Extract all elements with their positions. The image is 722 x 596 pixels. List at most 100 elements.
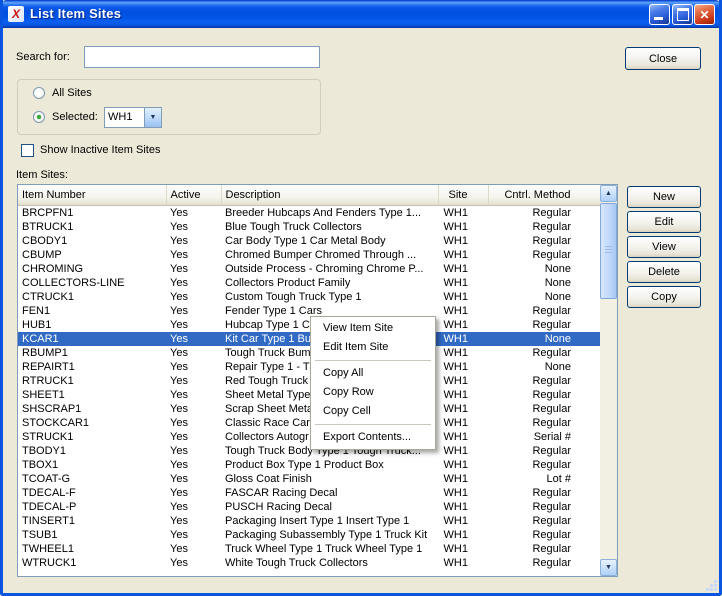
table-cell[interactable]: Yes [166, 276, 221, 290]
table-cell[interactable]: Packaging Insert Type 1 Insert Type 1 [221, 514, 438, 528]
table-cell[interactable]: WH1 [438, 486, 488, 500]
table-cell[interactable]: WH1 [438, 374, 488, 388]
table-row[interactable]: SHSCRAP1YesScrap Sheet MetaWH1Regular [18, 402, 600, 416]
selected-site-radio[interactable] [33, 111, 45, 123]
table-cell[interactable]: WH1 [438, 332, 488, 346]
selected-site-label[interactable]: Selected: [52, 111, 98, 123]
table-cell[interactable]: Regular [488, 556, 600, 570]
column-header-site[interactable]: Site [438, 185, 488, 205]
scroll-down-icon[interactable]: ▼ [600, 559, 617, 576]
table-row[interactable]: TDECAL-PYesPUSCH Racing DecalWH1Regular [18, 500, 600, 514]
table-cell[interactable]: Yes [166, 500, 221, 514]
table-cell[interactable]: Car Body Type 1 Car Metal Body [221, 234, 438, 248]
table-cell[interactable]: Regular [488, 500, 600, 514]
table-cell[interactable]: WH1 [438, 276, 488, 290]
table-row[interactable]: FEN1YesFender Type 1 CarsWH1Regular [18, 304, 600, 318]
table-cell[interactable]: Regular [488, 528, 600, 542]
column-header-description[interactable]: Description [221, 185, 438, 205]
table-cell[interactable]: WH1 [438, 346, 488, 360]
table-row[interactable]: CTRUCK1YesCustom Tough Truck Type 1WH1No… [18, 290, 600, 304]
table-cell[interactable]: WH1 [438, 234, 488, 248]
table-row[interactable]: TCOAT-GYesGloss Coat FinishWH1Lot # [18, 472, 600, 486]
table-cell[interactable]: WH1 [438, 290, 488, 304]
table-cell[interactable]: None [488, 332, 600, 346]
table-cell[interactable]: Yes [166, 304, 221, 318]
table-cell[interactable]: STRUCK1 [18, 430, 166, 444]
table-cell[interactable]: KCAR1 [18, 332, 166, 346]
table-cell[interactable]: CBODY1 [18, 234, 166, 248]
column-header-item-number[interactable]: Item Number [18, 185, 166, 205]
table-cell[interactable]: Yes [166, 556, 221, 570]
table-row[interactable]: REPAIRT1YesRepair Type 1 - TWH1None [18, 360, 600, 374]
vertical-scrollbar[interactable]: ▲ ▼ [600, 185, 617, 576]
table-cell[interactable]: TDECAL-F [18, 486, 166, 500]
site-combobox[interactable]: WH1 ▼ [104, 107, 162, 128]
table-cell[interactable]: Lot # [488, 472, 600, 486]
table-row[interactable]: TDECAL-FYesFASCAR Racing DecalWH1Regular [18, 486, 600, 500]
table-cell[interactable]: WH1 [438, 360, 488, 374]
column-header-cntrl-method[interactable]: Cntrl. Method [488, 185, 600, 205]
table-cell[interactable]: WTRUCK1 [18, 556, 166, 570]
table-cell[interactable]: WH1 [438, 458, 488, 472]
table-cell[interactable]: Yes [166, 472, 221, 486]
table-cell[interactable]: Collectors Product Family [221, 276, 438, 290]
menu-item-export-contents-[interactable]: Export Contents... [313, 428, 433, 447]
menu-item-copy-cell[interactable]: Copy Cell [313, 402, 433, 421]
table-cell[interactable]: RTRUCK1 [18, 374, 166, 388]
table-cell[interactable]: WH1 [438, 402, 488, 416]
table-cell[interactable]: Regular [488, 458, 600, 472]
table-row[interactable]: COLLECTORS-LINEYesCollectors Product Fam… [18, 276, 600, 290]
titlebar[interactable]: X List Item Sites ✕ [0, 0, 722, 28]
table-cell[interactable]: CHROMING [18, 262, 166, 276]
table-cell[interactable]: Serial # [488, 430, 600, 444]
table-cell[interactable]: Regular [488, 318, 600, 332]
table-cell[interactable]: FEN1 [18, 304, 166, 318]
table-cell[interactable]: WH1 [438, 500, 488, 514]
table-cell[interactable]: Yes [166, 205, 221, 220]
copy-button[interactable]: Copy [627, 286, 701, 308]
table-cell[interactable]: None [488, 360, 600, 374]
table-cell[interactable]: RBUMP1 [18, 346, 166, 360]
table-cell[interactable]: BRCPFN1 [18, 205, 166, 220]
table-cell[interactable]: Regular [488, 416, 600, 430]
show-inactive-label[interactable]: Show Inactive Item Sites [40, 144, 160, 156]
table-cell[interactable]: WH1 [438, 318, 488, 332]
table-cell[interactable]: TSUB1 [18, 528, 166, 542]
table-cell[interactable]: Outside Process - Chroming Chrome P... [221, 262, 438, 276]
new-button[interactable]: New [627, 186, 701, 208]
table-row[interactable]: TINSERT1YesPackaging Insert Type 1 Inser… [18, 514, 600, 528]
table-row[interactable]: CHROMINGYesOutside Process - Chroming Ch… [18, 262, 600, 276]
table-cell[interactable]: Yes [166, 486, 221, 500]
table-cell[interactable]: None [488, 276, 600, 290]
table-cell[interactable]: WH1 [438, 388, 488, 402]
table-cell[interactable]: Yes [166, 444, 221, 458]
table-cell[interactable]: Yes [166, 430, 221, 444]
scroll-up-icon[interactable]: ▲ [600, 185, 617, 202]
table-cell[interactable]: Regular [488, 248, 600, 262]
table-cell[interactable]: FASCAR Racing Decal [221, 486, 438, 500]
maximize-button[interactable] [672, 4, 693, 25]
table-row[interactable]: STRUCK1YesCollectors AutogrWH1Serial # [18, 430, 600, 444]
table-cell[interactable]: Regular [488, 514, 600, 528]
all-sites-radio[interactable] [33, 87, 45, 99]
table-cell[interactable]: Yes [166, 360, 221, 374]
menu-item-copy-row[interactable]: Copy Row [313, 383, 433, 402]
table-cell[interactable]: Regular [488, 205, 600, 220]
table-cell[interactable]: SHEET1 [18, 388, 166, 402]
table-cell[interactable]: BTRUCK1 [18, 220, 166, 234]
table-cell[interactable]: Yes [166, 262, 221, 276]
table-cell[interactable]: WH1 [438, 556, 488, 570]
table-cell[interactable]: TCOAT-G [18, 472, 166, 486]
table-cell[interactable]: WH1 [438, 205, 488, 220]
table-row[interactable]: RBUMP1YesTough Truck BumWH1Regular [18, 346, 600, 360]
table-cell[interactable]: Yes [166, 458, 221, 472]
table-row[interactable]: BRCPFN1YesBreeder Hubcaps And Fenders Ty… [18, 205, 600, 220]
table-cell[interactable]: Yes [166, 402, 221, 416]
table-cell[interactable]: Packaging Subassembly Type 1 Truck Kit [221, 528, 438, 542]
table-cell[interactable]: Regular [488, 220, 600, 234]
show-inactive-checkbox[interactable] [21, 144, 34, 157]
table-cell[interactable]: Yes [166, 514, 221, 528]
resize-grip[interactable] [705, 579, 718, 592]
chevron-down-icon[interactable]: ▼ [144, 108, 161, 127]
table-row[interactable]: TSUB1YesPackaging Subassembly Type 1 Tru… [18, 528, 600, 542]
